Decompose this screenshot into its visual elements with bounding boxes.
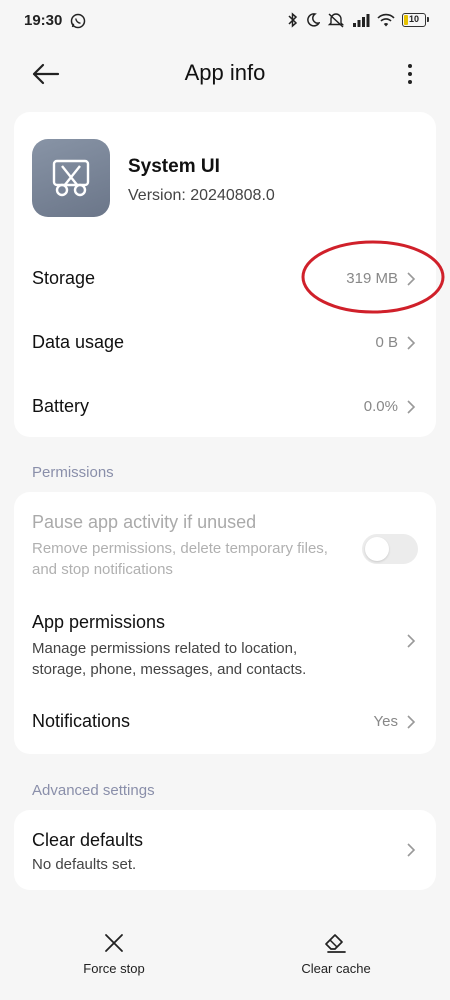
data-usage-row[interactable]: Data usage 0 B	[14, 316, 436, 368]
app-permissions-row[interactable]: App permissions Manage permissions relat…	[14, 600, 436, 680]
pause-app-activity-row: Pause app activity if unused Remove perm…	[14, 500, 436, 590]
permissions-section-label: Permissions	[32, 464, 114, 481]
chevron-right-icon	[407, 336, 416, 350]
clear-cache-label: Clear cache	[301, 961, 371, 976]
storage-row[interactable]: Storage 319 MB	[14, 252, 436, 304]
top-app-bar: App info	[0, 44, 450, 104]
chevron-right-icon	[407, 400, 416, 414]
data-usage-value: 0 B	[375, 334, 398, 351]
battery-icon: 10	[402, 13, 429, 27]
chevron-right-icon	[407, 634, 416, 648]
app-icon	[32, 139, 110, 217]
app-name: System UI	[128, 156, 220, 177]
status-time: 19:30	[24, 12, 63, 29]
notifications-label: Notifications	[32, 711, 131, 731]
notifications-row[interactable]: Notifications Yes	[14, 697, 436, 749]
force-stop-button[interactable]: Force stop	[54, 932, 174, 978]
status-bar: 19:30 10	[0, 0, 450, 44]
bluetooth-icon	[288, 12, 298, 28]
app-permissions-description: Manage permissions related to location, …	[32, 640, 307, 678]
data-usage-label: Data usage	[32, 332, 125, 352]
force-stop-label: Force stop	[83, 961, 145, 976]
chevron-right-icon	[407, 272, 416, 286]
signal-icon	[353, 14, 370, 27]
status-icons: 10	[287, 12, 429, 28]
pause-app-activity-label: Pause app activity if unused	[32, 512, 257, 532]
app-header: System UI Version: 20240808.0	[14, 112, 436, 237]
storage-value: 319 MB	[346, 270, 398, 287]
app-info-screen: 19:30 10 App info System UI Version: 202…	[0, 0, 450, 1000]
whatsapp-icon	[70, 13, 86, 29]
app-permissions-label: App permissions	[32, 612, 166, 632]
close-icon	[105, 934, 123, 952]
battery-level: 10	[408, 14, 419, 24]
clear-defaults-description: No defaults set.	[32, 856, 137, 873]
battery-value: 0.0%	[363, 398, 398, 415]
app-summary-card: System UI Version: 20240808.0 Storage 31…	[14, 112, 436, 437]
moon-icon	[307, 13, 320, 27]
mute-icon	[327, 13, 345, 28]
advanced-section-label: Advanced settings	[32, 782, 155, 799]
toggle-knob	[365, 537, 389, 561]
pause-app-activity-description: Remove permissions, delete temporary fil…	[32, 540, 328, 578]
eraser-icon	[325, 934, 346, 953]
scissors-icon	[52, 159, 90, 197]
clear-defaults-label: Clear defaults	[32, 830, 144, 850]
clear-defaults-row[interactable]: Clear defaults No defaults set.	[14, 810, 436, 890]
notifications-value: Yes	[373, 713, 398, 730]
wifi-icon	[377, 13, 395, 27]
chevron-right-icon	[407, 843, 416, 857]
battery-row[interactable]: Battery 0.0%	[14, 380, 436, 432]
storage-label: Storage	[32, 268, 96, 288]
chevron-right-icon	[407, 715, 416, 729]
permissions-card: Pause app activity if unused Remove perm…	[14, 492, 436, 754]
battery-label: Battery	[32, 396, 90, 416]
more-vertical-icon[interactable]	[400, 58, 420, 90]
pause-app-activity-toggle[interactable]	[362, 534, 418, 564]
advanced-card: Clear defaults No defaults set.	[14, 810, 436, 890]
clear-cache-button[interactable]: Clear cache	[276, 932, 396, 978]
app-version: Version: 20240808.0	[128, 187, 275, 204]
page-title: App info	[184, 60, 266, 85]
